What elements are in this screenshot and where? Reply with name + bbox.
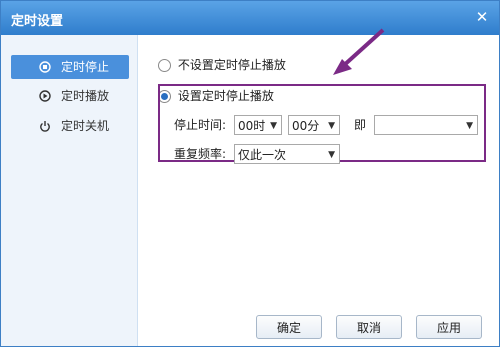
hour-value: 00时 [238, 119, 266, 133]
sidebar-item-timed-stop[interactable]: 定时停止 [11, 55, 129, 79]
power-icon [40, 121, 50, 132]
settings-window: 定时设置 ✕ 定时停止 定时播放 定时关机 不设置定时停止播放 设置定时停止播放… [0, 0, 500, 347]
sidebar-item-label: 定时关机 [61, 119, 110, 133]
repeat-value: 仅此一次 [238, 148, 287, 162]
chevron-down-icon: ▼ [466, 121, 473, 131]
sidebar: 定时停止 定时播放 定时关机 [1, 35, 138, 346]
repeat-select[interactable]: 仅此一次 ▼ [234, 144, 340, 164]
hour-select[interactable]: 00时 ▼ [234, 115, 282, 135]
apply-button[interactable]: 应用 [416, 315, 482, 339]
sidebar-item-label: 定时停止 [61, 60, 110, 74]
title-bar[interactable]: 定时设置 ✕ [1, 1, 499, 35]
annotation-arrow-icon [333, 28, 385, 75]
sidebar-item-label: 定时播放 [61, 89, 110, 103]
sidebar-item-timed-shutdown[interactable]: 定时关机 [11, 114, 129, 138]
repeat-label: 重复频率: [174, 147, 227, 161]
stop-time-label: 停止时间: [174, 118, 227, 132]
immediate-label: 即 [354, 118, 367, 132]
minute-value: 00分 [292, 119, 320, 133]
close-icon[interactable]: ✕ [473, 8, 491, 26]
radio-no-stop[interactable] [158, 59, 171, 72]
chevron-down-icon: ▼ [328, 150, 335, 160]
option-no-stop[interactable]: 不设置定时停止播放 [158, 55, 286, 75]
option-no-stop-label: 不设置定时停止播放 [177, 58, 286, 72]
main-panel: 不设置定时停止播放 设置定时停止播放 停止时间: 00时 ▼ 00分 ▼ 即 ▼… [138, 28, 499, 346]
chevron-down-icon: ▼ [270, 121, 277, 131]
minute-select[interactable]: 00分 ▼ [288, 115, 340, 135]
stop-circle-icon [39, 61, 51, 73]
immediate-select[interactable]: ▼ [374, 115, 478, 135]
window-title: 定时设置 [11, 14, 64, 29]
play-circle-icon [39, 90, 51, 102]
sidebar-item-timed-play[interactable]: 定时播放 [11, 84, 129, 108]
chevron-down-icon: ▼ [328, 121, 335, 131]
ok-button[interactable]: 确定 [256, 315, 322, 339]
cancel-button[interactable]: 取消 [336, 315, 402, 339]
